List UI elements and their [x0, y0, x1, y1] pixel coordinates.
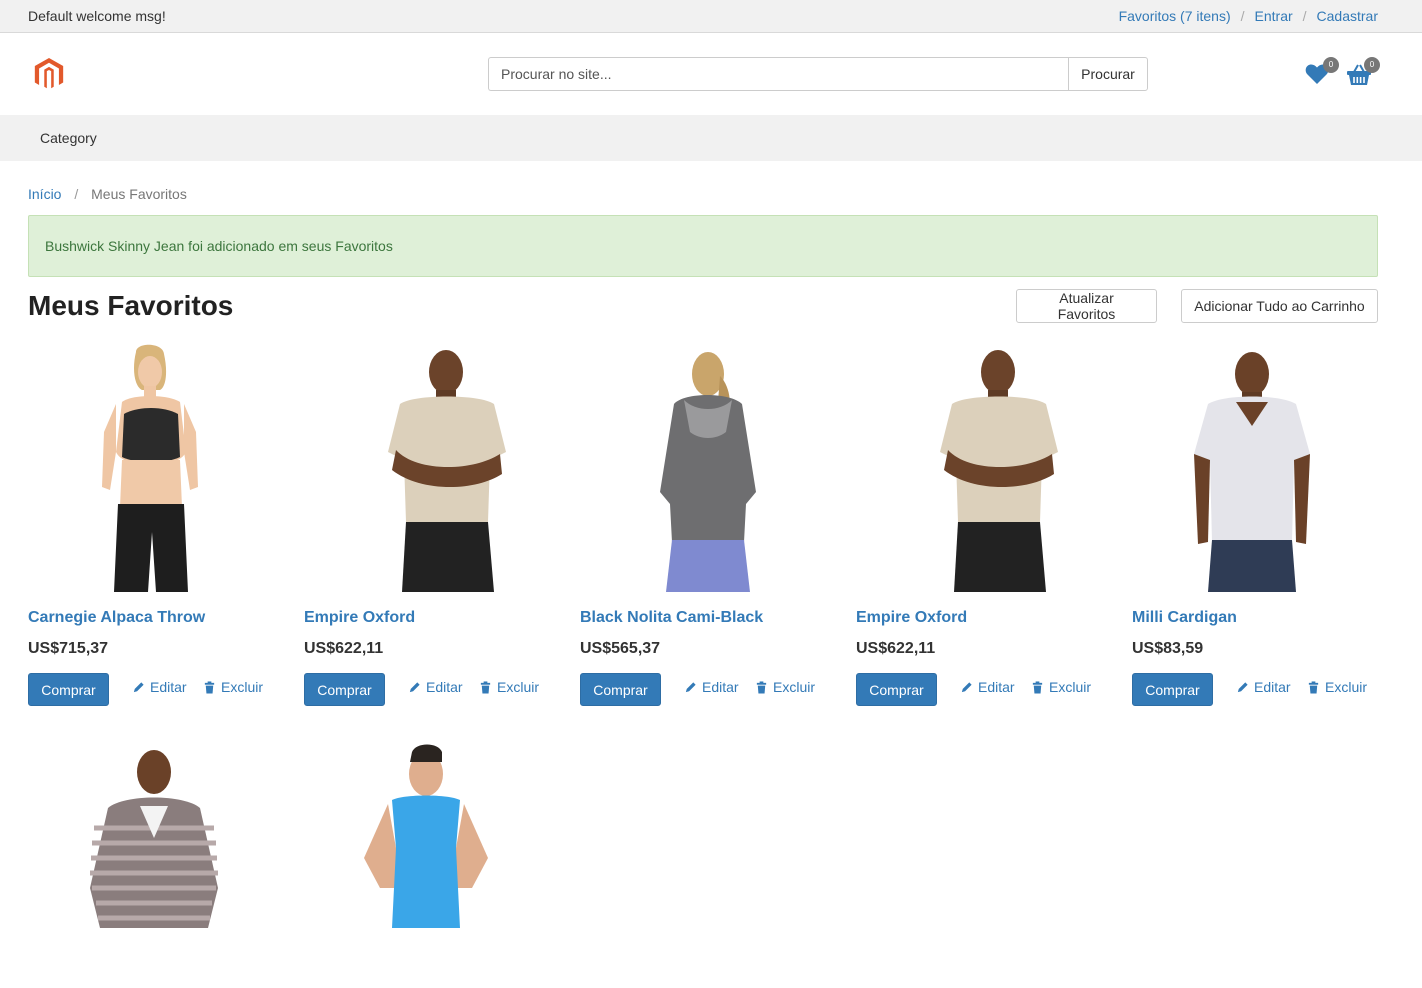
- search-button[interactable]: Procurar: [1068, 57, 1148, 91]
- product-price: US$715,37: [28, 640, 109, 657]
- product-name-link[interactable]: Carnegie Alpaca Throw: [28, 609, 205, 627]
- login-link[interactable]: Entrar: [1255, 8, 1293, 24]
- buy-button[interactable]: Comprar: [304, 673, 385, 706]
- trash-icon: [204, 680, 215, 694]
- product-image[interactable]: [1132, 342, 1382, 592]
- wishlist-item: Milli Cardigan US$83,59 Comprar Editar E…: [1132, 342, 1382, 706]
- product-image[interactable]: [28, 342, 278, 592]
- edit-label: Editar: [426, 679, 463, 695]
- product-image[interactable]: [28, 738, 278, 988]
- product-image[interactable]: [304, 342, 554, 592]
- page-title: Meus Favoritos: [28, 290, 234, 321]
- success-alert: Bushwick Skinny Jean foi adicionado em s…: [28, 215, 1378, 277]
- buy-button[interactable]: Comprar: [1132, 673, 1213, 706]
- breadcrumb: Início / Meus Favoritos: [28, 186, 187, 202]
- edit-link[interactable]: Editar: [960, 679, 1015, 695]
- top-bar: Default welcome msg! Favoritos (7 itens)…: [0, 0, 1422, 33]
- product-price: US$565,37: [580, 640, 661, 657]
- product-image[interactable]: [580, 342, 830, 592]
- favorites-link[interactable]: Favoritos (7 itens): [1119, 8, 1231, 24]
- edit-label: Editar: [1254, 679, 1291, 695]
- product-name-link[interactable]: Empire Oxford: [856, 609, 967, 627]
- alert-message: Bushwick Skinny Jean foi adicionado em s…: [45, 238, 393, 254]
- pencil-icon: [409, 681, 420, 692]
- top-links-separator: /: [1240, 8, 1245, 24]
- wishlist-button[interactable]: 0: [1305, 57, 1339, 89]
- update-favorites-button[interactable]: Atualizar Favoritos: [1016, 289, 1157, 323]
- edit-link[interactable]: Editar: [408, 679, 463, 695]
- search-form: Procurar: [488, 57, 1148, 91]
- product-price: US$83,59: [1132, 640, 1204, 657]
- magento-logo-icon[interactable]: [33, 57, 65, 91]
- product-name-link[interactable]: Milli Cardigan: [1132, 609, 1237, 627]
- remove-label: Excluir: [773, 679, 816, 695]
- wishlist-item: Empire Oxford US$622,11 Comprar Editar E…: [304, 342, 554, 706]
- remove-link[interactable]: Excluir: [203, 679, 263, 695]
- breadcrumb-home-link[interactable]: Início: [28, 186, 61, 202]
- breadcrumb-separator: /: [74, 186, 79, 202]
- breadcrumb-current: Meus Favoritos: [91, 186, 187, 202]
- nav-item-category[interactable]: Category: [40, 130, 97, 146]
- product-price: US$622,11: [304, 640, 384, 657]
- remove-label: Excluir: [1325, 679, 1368, 695]
- top-links-separator: /: [1302, 8, 1307, 24]
- edit-label: Editar: [978, 679, 1015, 695]
- edit-link[interactable]: Editar: [132, 679, 187, 695]
- product-price: US$622,11: [856, 640, 936, 657]
- remove-link[interactable]: Excluir: [1307, 679, 1367, 695]
- product-name-link[interactable]: Empire Oxford: [304, 609, 415, 627]
- trash-icon: [1032, 680, 1043, 694]
- cart-button[interactable]: 0: [1346, 57, 1380, 89]
- trash-icon: [1308, 680, 1319, 694]
- edit-link[interactable]: Editar: [1236, 679, 1291, 695]
- buy-button[interactable]: Comprar: [28, 673, 109, 706]
- remove-label: Excluir: [221, 679, 264, 695]
- wishlist-item: Carnegie Alpaca Throw US$715,37 Comprar …: [28, 342, 278, 706]
- product-image[interactable]: [304, 738, 554, 988]
- product-image[interactable]: [856, 342, 1106, 592]
- edit-label: Editar: [702, 679, 739, 695]
- category-nav: Category: [0, 115, 1422, 161]
- edit-link[interactable]: Editar: [684, 679, 739, 695]
- top-links: Favoritos (7 itens) / Entrar / Cadastrar: [1119, 8, 1378, 24]
- pencil-icon: [685, 681, 696, 692]
- wishlist-item: Empire Oxford US$622,11 Comprar Editar E…: [856, 342, 1106, 706]
- edit-label: Editar: [150, 679, 187, 695]
- cart-count-badge: 0: [1364, 57, 1380, 73]
- remove-link[interactable]: Excluir: [1031, 679, 1091, 695]
- product-name-link[interactable]: Black Nolita Cami-Black: [580, 609, 763, 627]
- wishlist-item: [28, 738, 278, 988]
- buy-button[interactable]: Comprar: [856, 673, 937, 706]
- remove-label: Excluir: [1049, 679, 1092, 695]
- remove-label: Excluir: [497, 679, 540, 695]
- pencil-icon: [133, 681, 144, 692]
- pencil-icon: [1237, 681, 1248, 692]
- pencil-icon: [961, 681, 972, 692]
- register-link[interactable]: Cadastrar: [1317, 8, 1378, 24]
- remove-link[interactable]: Excluir: [479, 679, 539, 695]
- add-all-to-cart-button[interactable]: Adicionar Tudo ao Carrinho: [1181, 289, 1378, 323]
- wishlist-item: Black Nolita Cami-Black US$565,37 Compra…: [580, 342, 830, 706]
- search-input[interactable]: [488, 57, 1068, 91]
- buy-button[interactable]: Comprar: [580, 673, 661, 706]
- wishlist-count-badge: 0: [1323, 57, 1339, 73]
- welcome-message: Default welcome msg!: [28, 8, 166, 24]
- trash-icon: [756, 680, 767, 694]
- trash-icon: [480, 680, 491, 694]
- remove-link[interactable]: Excluir: [755, 679, 815, 695]
- wishlist-item: [304, 738, 554, 988]
- site-header: Procurar 0 0: [0, 33, 1422, 115]
